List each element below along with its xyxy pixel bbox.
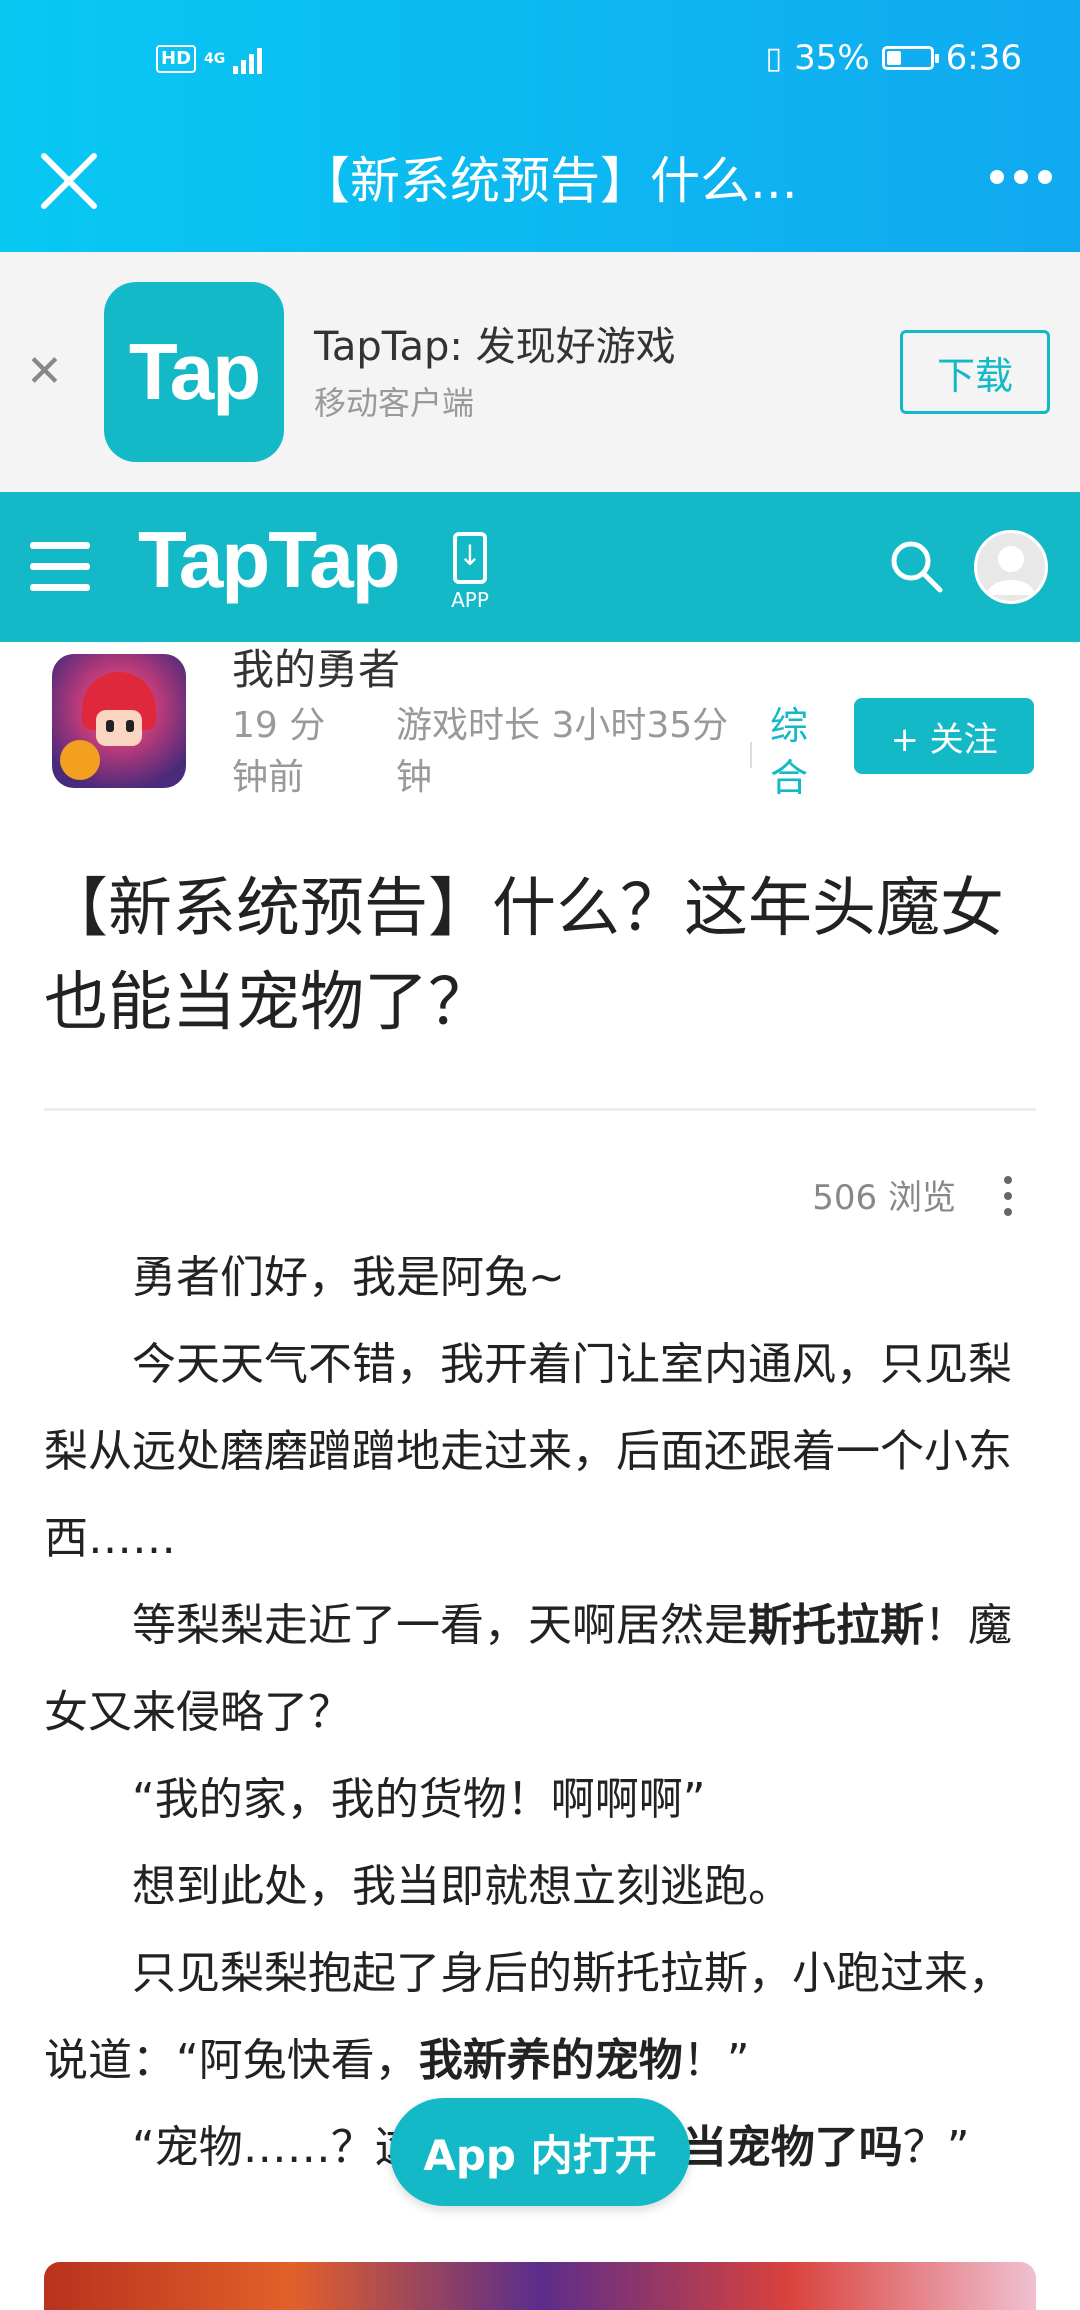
bold-text: 斯托拉斯 bbox=[748, 1600, 924, 1651]
play-time: 游戏时长 3小时35分钟 bbox=[396, 705, 729, 798]
article-paragraph: 想到此处，我当即就想立刻逃跑。 bbox=[44, 1843, 1036, 1930]
status-right: ▯ 35% 6:36 bbox=[766, 38, 1022, 78]
battery-percent: 35% bbox=[794, 38, 870, 78]
article-image bbox=[44, 2262, 1036, 2310]
follow-button[interactable]: + 关注 bbox=[854, 698, 1034, 774]
author-name[interactable]: 我的勇者 bbox=[232, 636, 400, 697]
top-bar: HD 4G ▯ 35% 6:36 【新系统预告】什么... bbox=[0, 0, 1080, 252]
user-icon bbox=[987, 546, 1035, 595]
app-download-icon[interactable]: ↓ APP bbox=[446, 532, 494, 612]
phone-download-icon: ↓ bbox=[453, 532, 487, 584]
search-icon[interactable] bbox=[886, 536, 946, 596]
view-count: 506 浏览 bbox=[812, 1178, 956, 1218]
banner-close-icon[interactable]: ✕ bbox=[26, 346, 63, 397]
article-more-icon[interactable] bbox=[1004, 1176, 1012, 1216]
hd-badge: HD bbox=[156, 45, 197, 73]
user-avatar[interactable] bbox=[974, 530, 1048, 604]
banner-title: TapTap: 发现好游戏 bbox=[314, 324, 676, 370]
network-type: 4G bbox=[204, 51, 226, 67]
bold-text: 我新养的宠物 bbox=[418, 2035, 683, 2086]
article-paragraph: 只见梨梨抱起了身后的斯托拉斯，小跑过来，说道：“阿兔快看，我新养的宠物！” bbox=[44, 1930, 1036, 2104]
menu-icon[interactable] bbox=[30, 542, 90, 592]
clock: 6:36 bbox=[945, 38, 1022, 78]
app-download-banner: ✕ Tap TapTap: 发现好游戏 移动客户端 下载 bbox=[0, 252, 1080, 492]
paragraph-text: 等梨梨走近了一看，天啊居然是 bbox=[132, 1600, 748, 1651]
article-paragraph: “我的家，我的货物！啊啊啊” bbox=[44, 1756, 1036, 1843]
taptap-app-logo: Tap bbox=[104, 282, 284, 462]
meta-divider bbox=[750, 742, 752, 768]
taptap-logo[interactable]: TapTap bbox=[138, 514, 401, 606]
bold-text: 当宠物了吗 bbox=[682, 2122, 903, 2173]
title-divider bbox=[44, 1108, 1036, 1111]
banner-subtitle: 移动客户端 bbox=[314, 384, 475, 422]
more-options-icon[interactable] bbox=[990, 170, 1052, 184]
paragraph-text: 今天天气不错，我开着门让室内通风，只见梨梨从远处磨磨蹭蹭地走过来，后面还跟着一个… bbox=[44, 1339, 1012, 1564]
article-body: 勇者们好，我是阿兔~ 今天天气不错，我开着门让室内通风，只见梨梨从远处磨磨蹭蹭地走… bbox=[44, 1234, 1036, 2191]
status-bar: HD 4G ▯ 35% 6:36 bbox=[0, 0, 1080, 122]
title-bar: 【新系统预告】什么... bbox=[0, 122, 1080, 252]
network-indicators: HD 4G bbox=[156, 44, 263, 74]
paragraph-text: ？” bbox=[902, 2122, 970, 2173]
site-header: TapTap ↓ APP bbox=[0, 492, 1080, 642]
signal-icon bbox=[233, 44, 263, 74]
page-title: 【新系统预告】什么... bbox=[300, 152, 798, 210]
open-in-app-button[interactable]: App 内打开 bbox=[390, 2098, 690, 2206]
article-paragraph: 勇者们好，我是阿兔~ bbox=[44, 1234, 1036, 1321]
article-paragraph: 今天天气不错，我开着门让室内通风，只见梨梨从远处磨磨蹭蹭地走过来，后面还跟着一个… bbox=[44, 1321, 1036, 1582]
article-paragraph: 等梨梨走近了一看，天啊居然是斯托拉斯！魔女又来侵略了？ bbox=[44, 1582, 1036, 1756]
app-label: APP bbox=[451, 588, 489, 612]
category-tag[interactable]: 综合 bbox=[770, 700, 814, 804]
paragraph-text: ！” bbox=[682, 2035, 750, 2086]
post-time: 19 分钟前 bbox=[232, 705, 326, 798]
paragraph-text: 勇者们好，我是阿兔~ bbox=[132, 1252, 565, 1303]
download-button[interactable]: 下载 bbox=[900, 330, 1050, 414]
battery-icon bbox=[881, 46, 939, 70]
paragraph-text: 想到此处，我当即就想立刻逃跑。 bbox=[132, 1861, 792, 1912]
article-title: 【新系统预告】什么？这年头魔女也能当宠物了？ bbox=[44, 872, 1004, 1040]
vibrate-icon: ▯ bbox=[765, 40, 783, 76]
game-avatar[interactable] bbox=[52, 654, 186, 788]
paragraph-text: “我的家，我的货物！啊啊啊” bbox=[132, 1774, 706, 1825]
close-icon[interactable] bbox=[38, 150, 100, 212]
